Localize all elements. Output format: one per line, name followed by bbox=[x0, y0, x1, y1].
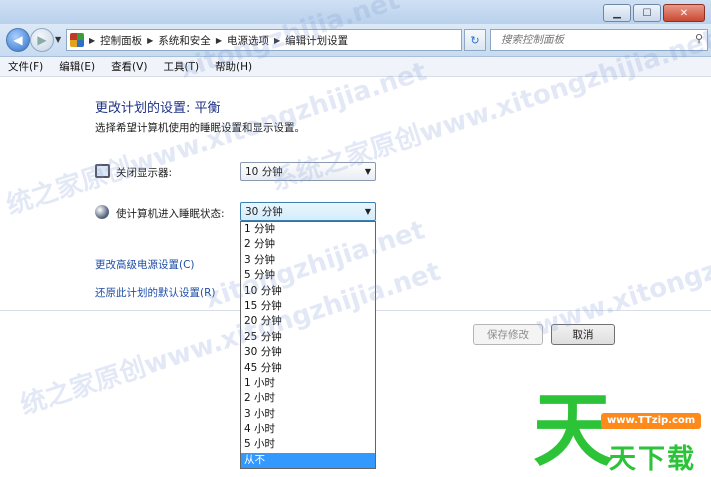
arrow-right-icon: ▶ bbox=[37, 33, 47, 47]
chevron-right-icon[interactable]: ▶ bbox=[274, 36, 280, 45]
minimize-button[interactable]: ▁ bbox=[603, 4, 631, 22]
brand-name: 天下载 bbox=[609, 444, 696, 475]
restore-defaults-link[interactable]: 还原此计划的默认设置(R) bbox=[95, 285, 216, 300]
cancel-button[interactable]: 取消 bbox=[551, 324, 615, 345]
breadcrumb-power-options[interactable]: 电源选项 bbox=[227, 33, 269, 48]
breadcrumb-control-panel[interactable]: 控制面板 bbox=[100, 33, 142, 48]
maximize-icon: ☐ bbox=[642, 7, 652, 19]
sleep-moon-icon bbox=[95, 205, 109, 219]
window-controls: ▁ ☐ ✕ bbox=[603, 4, 705, 22]
menu-view[interactable]: 查看(V) bbox=[103, 59, 155, 74]
sleep-select[interactable]: 30 分钟 ▼ bbox=[240, 202, 376, 221]
chevron-down-icon: ▼ bbox=[364, 207, 371, 216]
save-changes-button[interactable]: 保存修改 bbox=[473, 324, 543, 345]
list-item[interactable]: 45 分钟 bbox=[241, 361, 375, 376]
close-button[interactable]: ✕ bbox=[663, 4, 705, 22]
refresh-icon: ↻ bbox=[470, 33, 480, 47]
menu-tools[interactable]: 工具(T) bbox=[155, 59, 207, 74]
brand-mark: 天 bbox=[533, 384, 613, 477]
menu-file[interactable]: 文件(F) bbox=[0, 59, 51, 74]
display-off-select[interactable]: 10 分钟 ▼ bbox=[240, 162, 376, 181]
chevron-down-icon: ▼ bbox=[364, 167, 371, 176]
brand-logo: 天 www.TTzip.com 天下载 bbox=[533, 391, 711, 477]
minimize-icon: ▁ bbox=[613, 7, 621, 19]
list-item[interactable]: 15 分钟 bbox=[241, 299, 375, 314]
arrow-left-icon: ◀ bbox=[13, 33, 23, 47]
search-box[interactable]: ⚲ bbox=[490, 29, 708, 51]
breadcrumb-system-security[interactable]: 系统和安全 bbox=[158, 33, 211, 48]
close-icon: ✕ bbox=[679, 7, 689, 19]
list-item[interactable]: 4 小时 bbox=[241, 422, 375, 437]
list-item[interactable]: 30 分钟 bbox=[241, 345, 375, 360]
list-item[interactable]: 2 小时 bbox=[241, 391, 375, 406]
display-off-label: 关闭显示器: bbox=[116, 167, 173, 179]
list-item-selected[interactable]: 从不 bbox=[241, 452, 375, 469]
sleep-value: 30 分钟 bbox=[245, 206, 283, 218]
list-item[interactable]: 5 分钟 bbox=[241, 268, 375, 283]
control-panel-icon bbox=[70, 33, 84, 47]
menu-bar: 文件(F) 编辑(E) 查看(V) 工具(T) 帮助(H) bbox=[0, 57, 711, 77]
list-item[interactable]: 5 小时 bbox=[241, 437, 375, 452]
refresh-button[interactable]: ↻ bbox=[464, 29, 486, 51]
menu-edit[interactable]: 编辑(E) bbox=[51, 59, 103, 74]
monitor-icon bbox=[95, 164, 110, 178]
list-item[interactable]: 1 分钟 bbox=[241, 222, 375, 237]
sleep-label: 使计算机进入睡眠状态: bbox=[116, 208, 225, 220]
list-item[interactable]: 1 小时 bbox=[241, 376, 375, 391]
breadcrumb-edit-plan[interactable]: 编辑计划设置 bbox=[285, 33, 348, 48]
list-item[interactable]: 3 分钟 bbox=[241, 253, 375, 268]
navigation-bar: ◀ ▶ ▼ ▶ 控制面板 ▶ 系统和安全 ▶ 电源选项 ▶ 编辑计划设置 ↻ ⚲ bbox=[0, 24, 711, 57]
chevron-right-icon[interactable]: ▶ bbox=[89, 36, 95, 45]
display-off-value: 10 分钟 bbox=[245, 166, 283, 178]
address-bar[interactable]: ▶ 控制面板 ▶ 系统和安全 ▶ 电源选项 ▶ 编辑计划设置 bbox=[66, 29, 462, 51]
advanced-power-settings-link[interactable]: 更改高级电源设置(C) bbox=[95, 257, 195, 272]
page-title: 更改计划的设置: 平衡 bbox=[95, 101, 221, 116]
recent-pages-dropdown[interactable]: ▼ bbox=[55, 35, 61, 44]
page-description: 选择希望计算机使用的睡眠设置和显示设置。 bbox=[95, 122, 305, 134]
list-item[interactable]: 3 小时 bbox=[241, 407, 375, 422]
list-item[interactable]: 20 分钟 bbox=[241, 314, 375, 329]
back-button[interactable]: ◀ bbox=[6, 28, 30, 52]
chevron-right-icon[interactable]: ▶ bbox=[216, 36, 222, 45]
list-item[interactable]: 25 分钟 bbox=[241, 330, 375, 345]
search-icon[interactable]: ⚲ bbox=[695, 32, 703, 45]
chevron-right-icon[interactable]: ▶ bbox=[147, 36, 153, 45]
list-item[interactable]: 2 分钟 bbox=[241, 237, 375, 252]
brand-url: www.TTzip.com bbox=[601, 413, 702, 429]
menu-help[interactable]: 帮助(H) bbox=[207, 59, 260, 74]
search-input[interactable] bbox=[499, 30, 693, 50]
maximize-button[interactable]: ☐ bbox=[633, 4, 661, 22]
forward-button[interactable]: ▶ bbox=[30, 28, 54, 52]
sleep-dropdown-list: 1 分钟 2 分钟 3 分钟 5 分钟 10 分钟 15 分钟 20 分钟 25… bbox=[240, 221, 376, 469]
title-bar: ▁ ☐ ✕ bbox=[0, 0, 711, 24]
list-item[interactable]: 10 分钟 bbox=[241, 284, 375, 299]
